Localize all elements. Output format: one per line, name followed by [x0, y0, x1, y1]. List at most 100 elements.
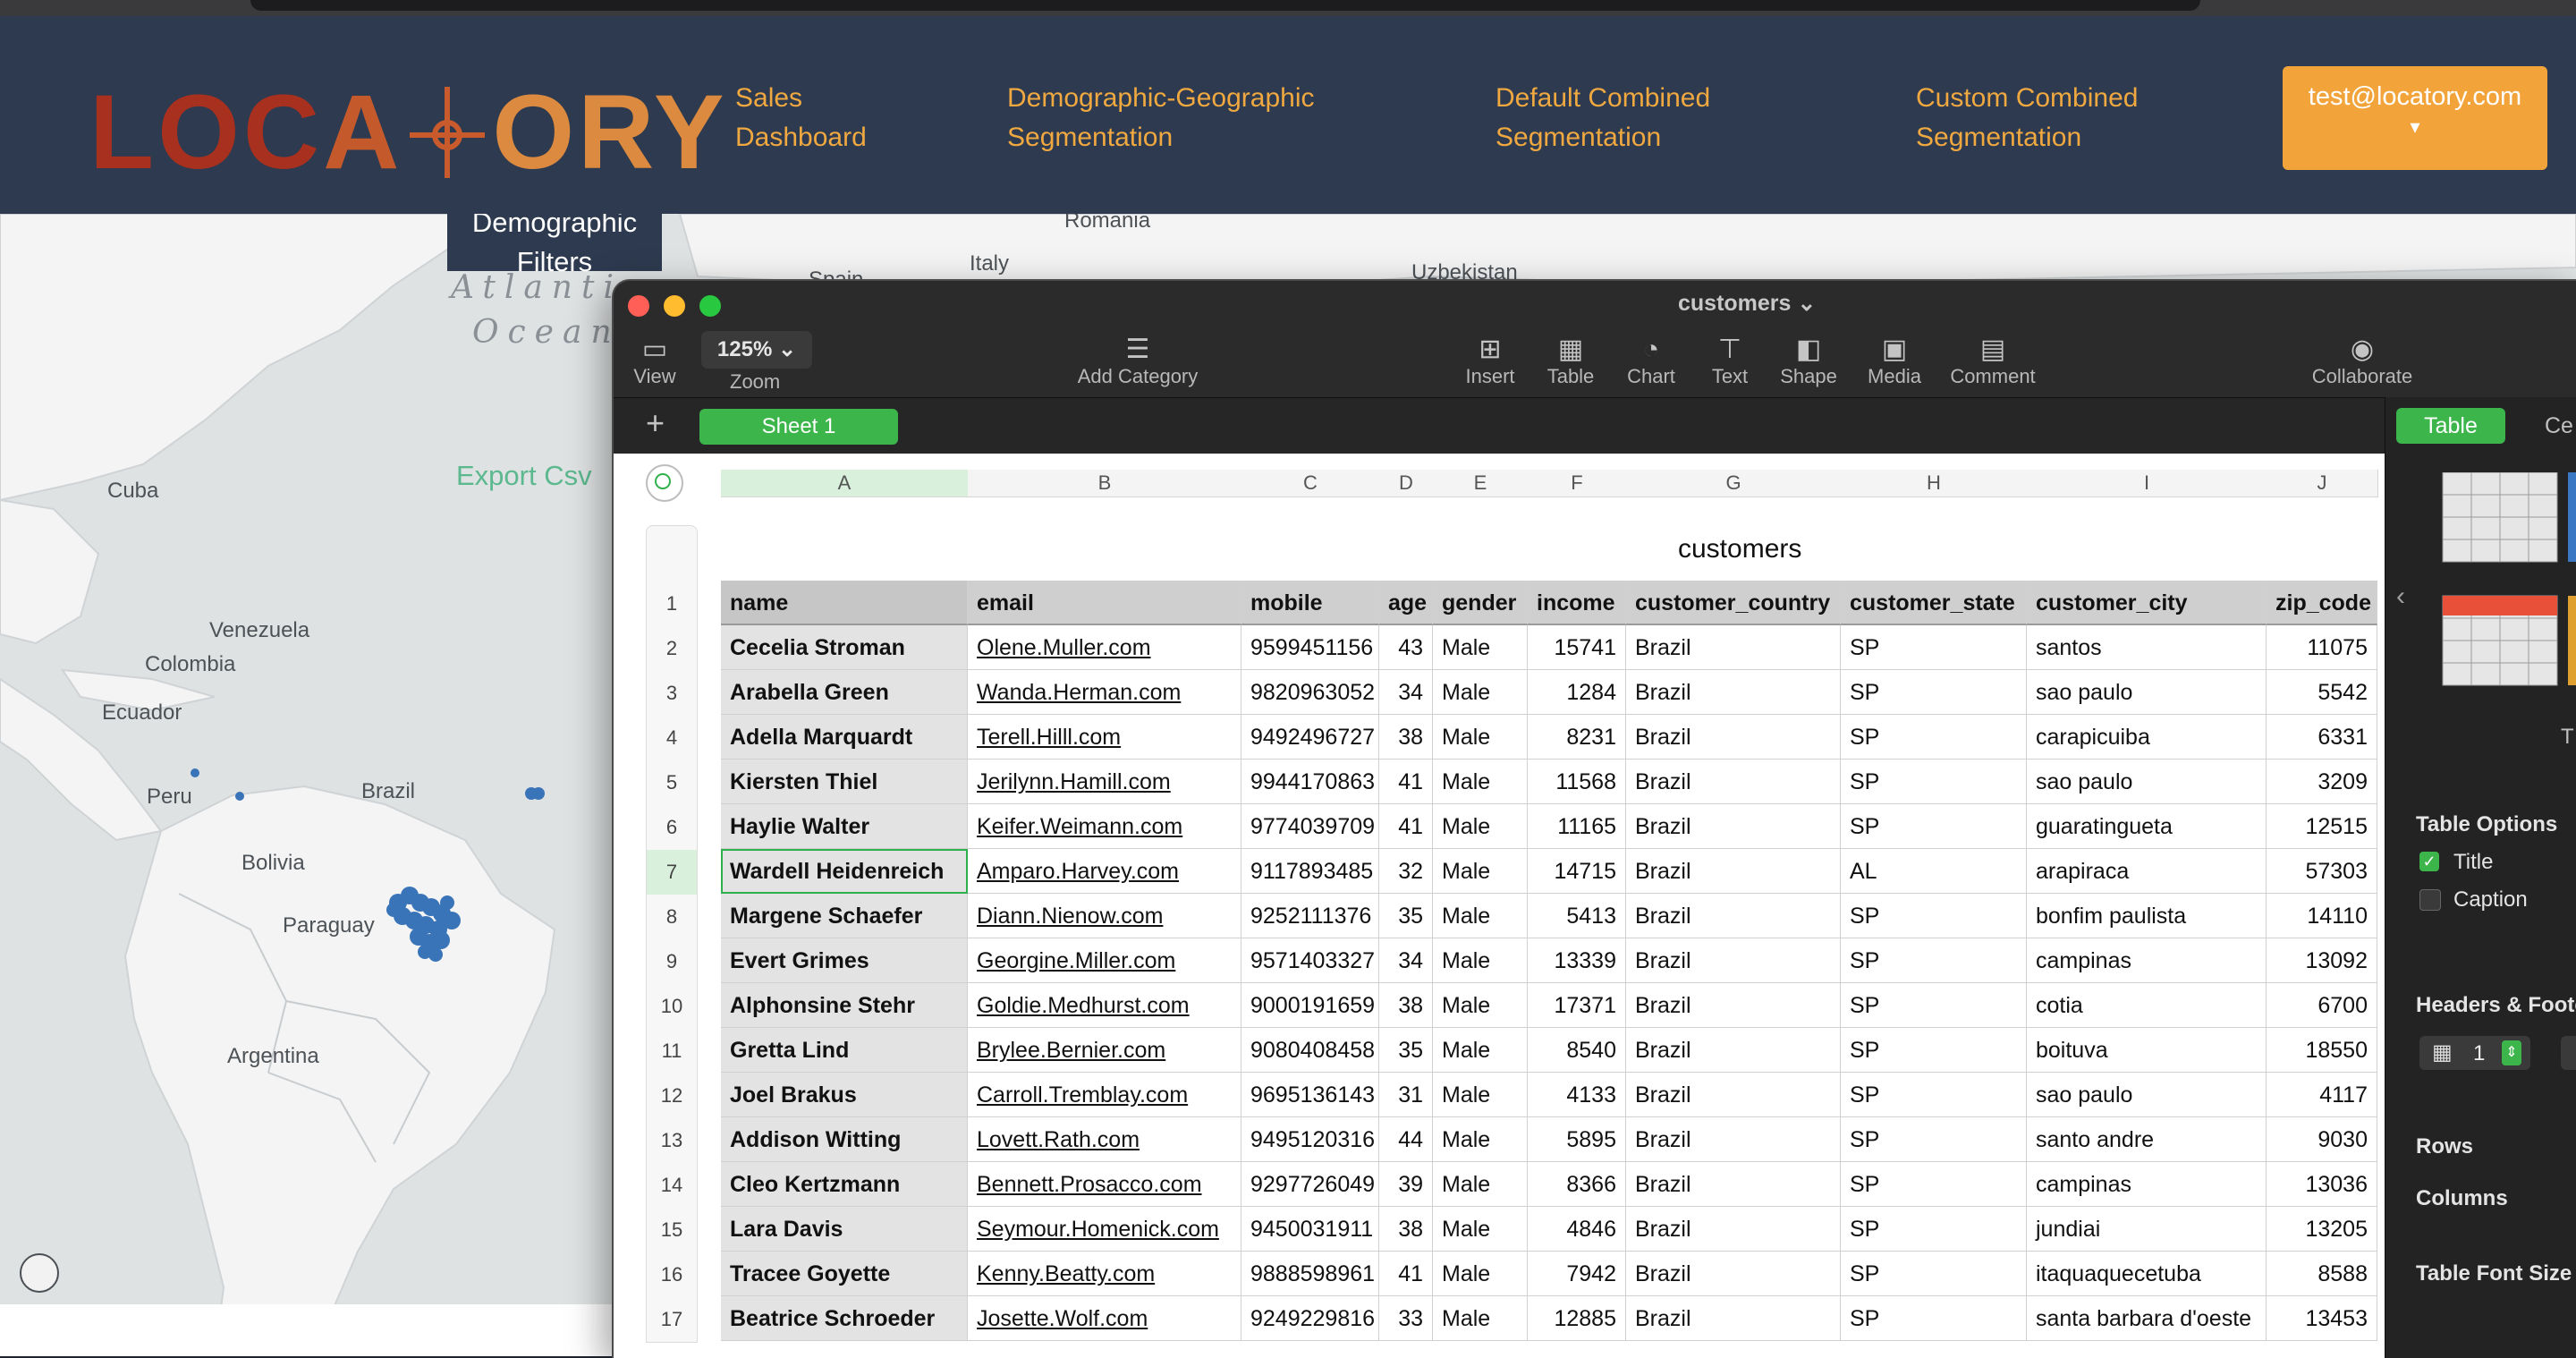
minimize-window-button[interactable]	[664, 295, 685, 317]
column-header-h[interactable]: H	[1841, 470, 2028, 497]
browser-address-bar[interactable]	[250, 0, 2200, 11]
cell-customer-state[interactable]: SP	[1841, 625, 2027, 670]
row-header-11[interactable]: 11	[647, 1029, 697, 1074]
cell-gender[interactable]: Male	[1433, 894, 1528, 938]
cell-age[interactable]: 41	[1379, 1252, 1433, 1296]
chevron-left-icon[interactable]: ‹	[2396, 581, 2405, 612]
cell-email[interactable]: Josette.Wolf.com	[968, 1296, 1241, 1341]
row-header-16[interactable]: 16	[647, 1252, 697, 1297]
cell-gender[interactable]: Male	[1433, 760, 1528, 804]
sidebar-tab-table[interactable]: Table	[2396, 408, 2505, 444]
cell-gender[interactable]: Male	[1433, 849, 1528, 894]
table-style-thumbnails[interactable]	[2398, 472, 2576, 714]
column-header-g[interactable]: G	[1626, 470, 1842, 497]
cell-income[interactable]: 13339	[1528, 938, 1626, 983]
cell-customer-city[interactable]: santos	[2027, 625, 2267, 670]
cell-customer-country[interactable]: Brazil	[1626, 849, 1841, 894]
cell-zip-code[interactable]: 4117	[2267, 1073, 2377, 1117]
cell-age[interactable]: 35	[1379, 894, 1433, 938]
cell-customer-state[interactable]: SP	[1841, 1073, 2027, 1117]
cell-income[interactable]: 8366	[1528, 1162, 1626, 1207]
cell-income[interactable]: 5895	[1528, 1117, 1626, 1162]
cell-mobile[interactable]: 9297726049	[1241, 1162, 1379, 1207]
cell-customer-city[interactable]: sao paulo	[2027, 670, 2267, 715]
cell-income[interactable]: 12885	[1528, 1296, 1626, 1341]
cell-customer-city[interactable]: sao paulo	[2027, 1073, 2267, 1117]
cell-customer-city[interactable]: carapicuiba	[2027, 715, 2267, 760]
export-csv-link[interactable]: Export Csv	[456, 460, 592, 492]
cell-customer-country[interactable]: Brazil	[1626, 1028, 1841, 1073]
cell-age[interactable]: 33	[1379, 1296, 1433, 1341]
cell-zip-code[interactable]: 13205	[2267, 1207, 2377, 1252]
cell-customer-city[interactable]: arapiraca	[2027, 849, 2267, 894]
close-window-button[interactable]	[628, 295, 649, 317]
cell-gender[interactable]: Male	[1433, 1073, 1528, 1117]
collaborate-button[interactable]: ◉ Collaborate	[2295, 335, 2429, 388]
cell-customer-city[interactable]: campinas	[2027, 938, 2267, 983]
media-button[interactable]: ▣ Media	[1857, 335, 1932, 388]
table-select-handle[interactable]	[646, 464, 683, 502]
cell-customer-state[interactable]: SP	[1841, 1028, 2027, 1073]
cell-age[interactable]: 38	[1379, 715, 1433, 760]
cell-customer-state[interactable]: SP	[1841, 1162, 2027, 1207]
row-header-3[interactable]: 3	[647, 671, 697, 716]
cell-gender[interactable]: Male	[1433, 1117, 1528, 1162]
cell-mobile[interactable]: 9944170863	[1241, 760, 1379, 804]
cell-zip-code[interactable]: 18550	[2267, 1028, 2377, 1073]
row-header-8[interactable]: 8	[647, 895, 697, 939]
nav-default-combined-segmentation[interactable]: Default Combined Segmentation	[1496, 79, 1710, 157]
cell-income[interactable]: 11165	[1528, 804, 1626, 849]
cell-mobile[interactable]: 9450031911	[1241, 1207, 1379, 1252]
column-header-c[interactable]: C	[1241, 470, 1380, 497]
cell-email[interactable]: Goldie.Medhurst.com	[968, 983, 1241, 1028]
cell-zip-code[interactable]: 13453	[2267, 1296, 2377, 1341]
cell-name[interactable]: Arabella Green	[721, 670, 968, 715]
cell-name[interactable]: Joel Brakus	[721, 1073, 968, 1117]
cell-customer-state[interactable]: SP	[1841, 1252, 2027, 1296]
cell-age[interactable]: 41	[1379, 760, 1433, 804]
sidebar-tab-cell[interactable]: Ce	[2545, 413, 2573, 439]
caption-checkbox[interactable]	[2419, 889, 2441, 911]
cell-mobile[interactable]: 9888598961	[1241, 1252, 1379, 1296]
cell-income[interactable]: 15741	[1528, 625, 1626, 670]
cell-mobile[interactable]: 9495120316	[1241, 1117, 1379, 1162]
cell-name[interactable]: Beatrice Schroeder	[721, 1296, 968, 1341]
row-header-5[interactable]: 5	[647, 760, 697, 805]
cell-name[interactable]: Cecelia Stroman	[721, 625, 968, 670]
row-header-17[interactable]: 17	[647, 1297, 697, 1342]
row-header-2[interactable]: 2	[647, 626, 697, 671]
cell-email[interactable]: Georgine.Miller.com	[968, 938, 1241, 983]
cell-zip-code[interactable]: 13092	[2267, 938, 2377, 983]
map-info-icon[interactable]	[20, 1253, 59, 1293]
shape-button[interactable]: ◧ Shape	[1771, 335, 1846, 388]
window-title[interactable]: customers ⌄	[1678, 290, 1816, 317]
cell-zip-code[interactable]: 12515	[2267, 804, 2377, 849]
cell-gender[interactable]: Male	[1433, 715, 1528, 760]
cell-mobile[interactable]: 9774039709	[1241, 804, 1379, 849]
header-rows-stepper[interactable]: ▦ 1 ⇕	[2419, 1036, 2530, 1070]
cell-name[interactable]: Margene Schaefer	[721, 894, 968, 938]
cell-name[interactable]: Adella Marquardt	[721, 715, 968, 760]
footer-rows-stepper[interactable]	[2561, 1036, 2576, 1070]
cell-income[interactable]: 7942	[1528, 1252, 1626, 1296]
cell-customer-country[interactable]: Brazil	[1626, 1117, 1841, 1162]
cell-email[interactable]: Lovett.Rath.com	[968, 1117, 1241, 1162]
column-header-b[interactable]: B	[968, 470, 1242, 497]
cell-customer-city[interactable]: jundiai	[2027, 1207, 2267, 1252]
cell-gender[interactable]: Male	[1433, 804, 1528, 849]
cell-customer-state[interactable]: SP	[1841, 983, 2027, 1028]
cell-zip-code[interactable]: 13036	[2267, 1162, 2377, 1207]
cell-income[interactable]: 4133	[1528, 1073, 1626, 1117]
cell-email[interactable]: Bennett.Prosacco.com	[968, 1162, 1241, 1207]
title-checkbox[interactable]: ✓	[2419, 852, 2439, 871]
cell-gender[interactable]: Male	[1433, 1028, 1528, 1073]
cell-income[interactable]: 4846	[1528, 1207, 1626, 1252]
cell-income[interactable]: 17371	[1528, 983, 1626, 1028]
column-header-f[interactable]: F	[1528, 470, 1627, 497]
user-menu-button[interactable]: test@locatory.com ▾	[2283, 66, 2547, 170]
cell-gender[interactable]: Male	[1433, 1162, 1528, 1207]
cell-customer-country[interactable]: Brazil	[1626, 1252, 1841, 1296]
cell-gender[interactable]: Male	[1433, 1252, 1528, 1296]
cell-customer-country[interactable]: Brazil	[1626, 715, 1841, 760]
cell-email[interactable]: Jerilynn.Hamill.com	[968, 760, 1241, 804]
